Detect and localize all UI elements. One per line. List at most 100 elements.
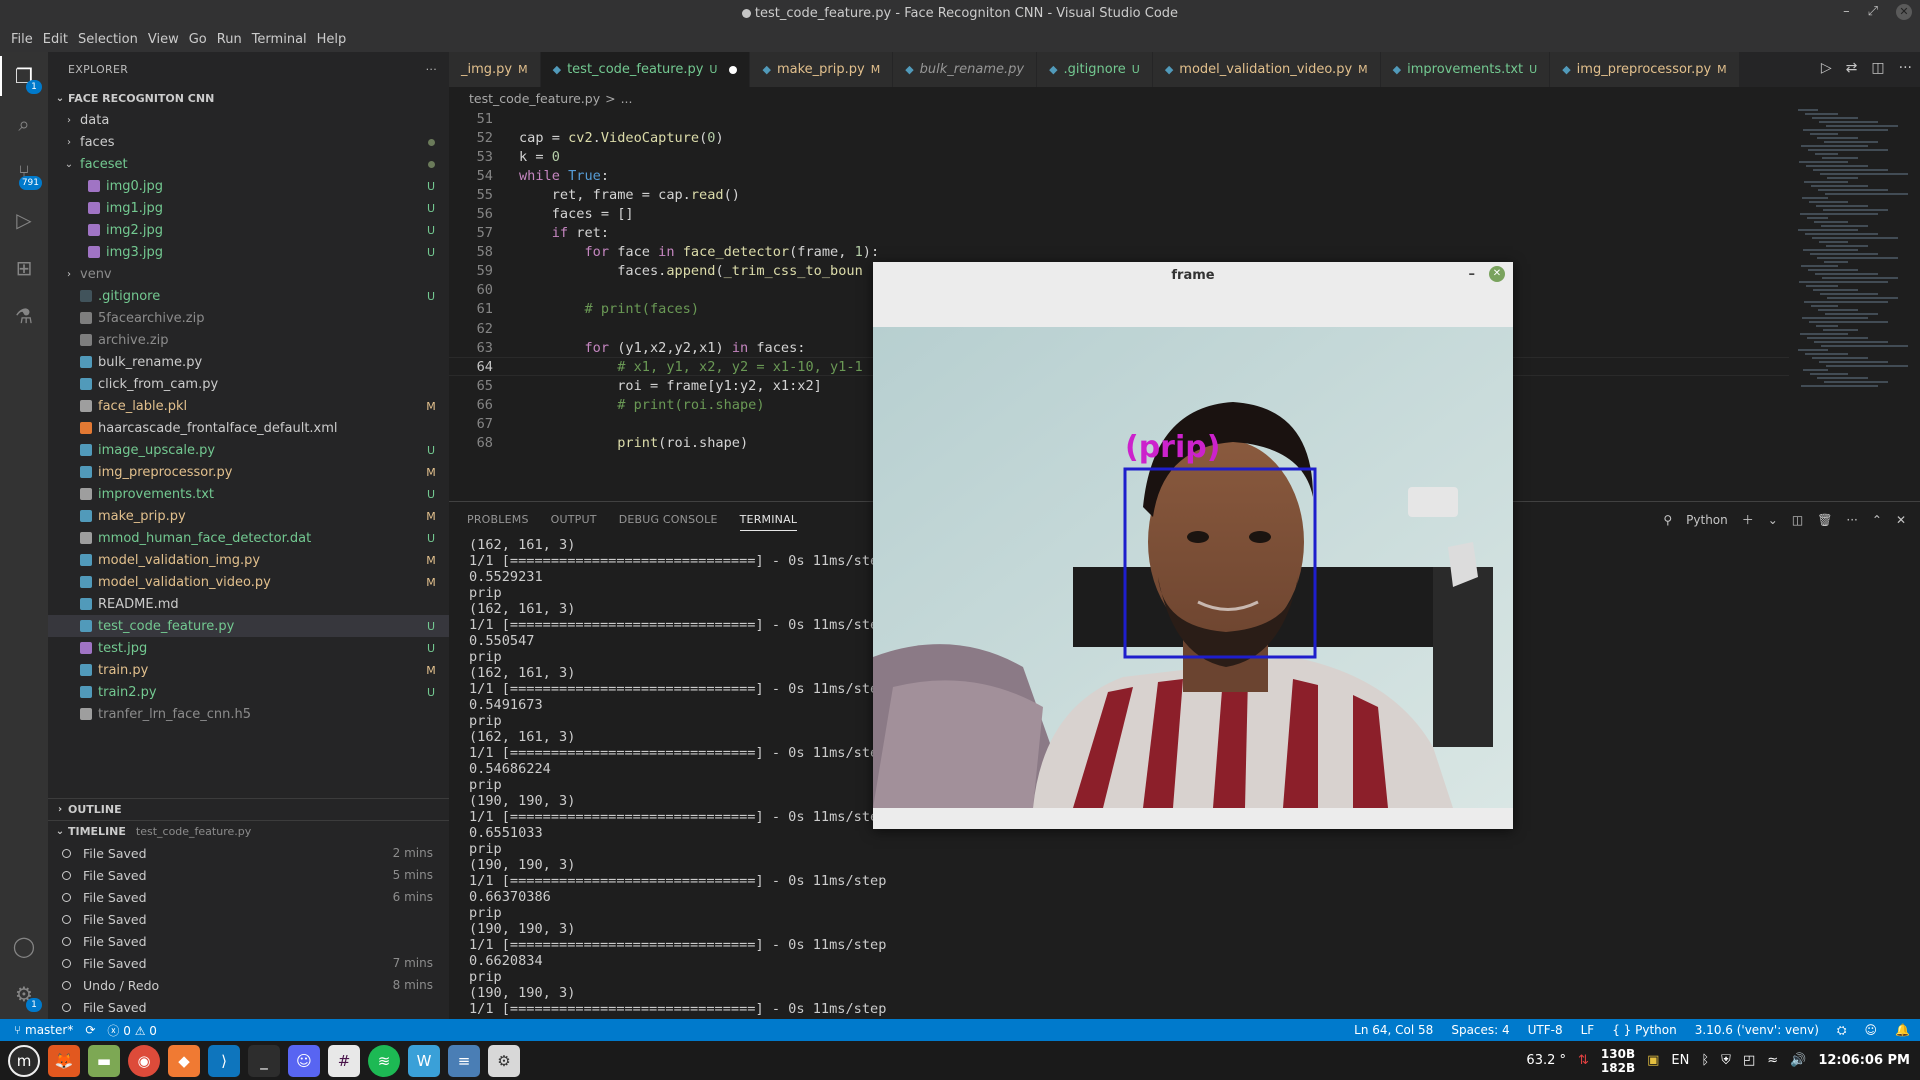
- python-terminal-icon[interactable]: ⚲: [1663, 513, 1672, 527]
- file-item[interactable]: .gitignore U: [48, 285, 449, 307]
- split-terminal-icon[interactable]: ◫: [1792, 513, 1803, 527]
- split-editor-icon[interactable]: ◫: [1871, 60, 1884, 76]
- keyboard-layout[interactable]: EN: [1671, 1053, 1689, 1068]
- frame-minimize-icon[interactable]: –: [1469, 267, 1476, 282]
- file-item[interactable]: 5facearchive.zip: [48, 307, 449, 329]
- shield-icon[interactable]: ⛨: [1721, 1053, 1731, 1068]
- file-item[interactable]: haarcascade_frontalface_default.xml: [48, 417, 449, 439]
- folder-item[interactable]: › data: [48, 109, 449, 131]
- slack-icon[interactable]: #: [328, 1044, 360, 1077]
- run-debug-icon[interactable]: ▷: [12, 208, 36, 232]
- breadcrumb-part[interactable]: >: [605, 91, 615, 106]
- timeline-item[interactable]: Undo / Redo 8 mins: [48, 974, 449, 996]
- timeline-item[interactable]: File Saved 5 mins: [48, 864, 449, 886]
- editor-tab[interactable]: ◆ model_validation_video.py M: [1152, 52, 1381, 87]
- menu-help[interactable]: Help: [312, 32, 352, 47]
- explorer-more-icon[interactable]: ···: [426, 63, 437, 76]
- update-icon[interactable]: ◰: [1743, 1053, 1755, 1068]
- chevron-down-icon[interactable]: ⌄: [1768, 513, 1778, 527]
- more-actions-icon[interactable]: ···: [1899, 60, 1912, 76]
- encoding[interactable]: UTF-8: [1528, 1023, 1563, 1037]
- discord-icon[interactable]: ☺: [288, 1044, 320, 1077]
- branch-indicator[interactable]: ⑂ master*: [14, 1023, 73, 1037]
- indentation[interactable]: Spaces: 4: [1451, 1023, 1509, 1037]
- chrome-icon[interactable]: ◉: [128, 1044, 160, 1077]
- folder-item[interactable]: › venv: [48, 263, 449, 285]
- file-item[interactable]: image_upscale.py U: [48, 439, 449, 461]
- project-header[interactable]: ⌄ FACE RECOGNITON CNN: [48, 87, 449, 109]
- minimap[interactable]: [1790, 109, 1920, 409]
- editor-tab[interactable]: ◆ make_prip.py M: [750, 52, 894, 87]
- settings-app-icon[interactable]: ⚙: [488, 1044, 520, 1077]
- breadcrumb-part[interactable]: ...: [621, 91, 633, 106]
- file-item[interactable]: README.md: [48, 593, 449, 615]
- wps-icon[interactable]: W: [408, 1044, 440, 1077]
- file-item[interactable]: test_code_feature.py U: [48, 615, 449, 637]
- file-item[interactable]: train2.py U: [48, 681, 449, 703]
- terminal-shell-label[interactable]: Python: [1686, 513, 1728, 527]
- minimize-icon[interactable]: –: [1843, 4, 1850, 20]
- bluetooth-icon[interactable]: ᛒ: [1701, 1053, 1709, 1068]
- source-control-icon[interactable]: ⑂ 791: [12, 160, 42, 190]
- menu-run[interactable]: Run: [212, 32, 247, 47]
- file-item[interactable]: train.py M: [48, 659, 449, 681]
- timeline-item[interactable]: File Saved: [48, 908, 449, 930]
- menu-edit[interactable]: Edit: [38, 32, 73, 47]
- clock[interactable]: 12:06:06 PM: [1818, 1053, 1910, 1068]
- folder-item[interactable]: › faces: [48, 131, 449, 153]
- file-item[interactable]: archive.zip: [48, 329, 449, 351]
- settings-gear-icon[interactable]: ⚙ 1: [12, 982, 42, 1012]
- panel-tab-terminal[interactable]: TERMINAL: [739, 513, 798, 531]
- timeline-item[interactable]: File Saved 6 mins: [48, 886, 449, 908]
- sync-icon[interactable]: ⟳: [85, 1023, 95, 1037]
- file-item[interactable]: img3.jpg U: [48, 241, 449, 263]
- timeline-item[interactable]: File Saved 7 mins: [48, 952, 449, 974]
- menu-view[interactable]: View: [143, 32, 184, 47]
- brave-icon[interactable]: ◆: [168, 1044, 200, 1077]
- file-item[interactable]: img2.jpg U: [48, 219, 449, 241]
- restore-icon[interactable]: ⤢: [1868, 4, 1878, 20]
- end-of-line[interactable]: LF: [1581, 1023, 1595, 1037]
- file-item[interactable]: test.jpg U: [48, 637, 449, 659]
- text-editor-icon[interactable]: ≡: [448, 1044, 480, 1077]
- file-item[interactable]: bulk_rename.py: [48, 351, 449, 373]
- outline-header[interactable]: › OUTLINE: [48, 798, 449, 820]
- editor-tab[interactable]: ◆ improvements.txt U: [1380, 52, 1551, 87]
- frame-window[interactable]: frame – ✕ (prip): [873, 262, 1513, 829]
- notifications-icon[interactable]: 🔔: [1895, 1023, 1910, 1037]
- file-item[interactable]: img_preprocessor.py M: [48, 461, 449, 483]
- file-item[interactable]: mmod_human_face_detector.dat U: [48, 527, 449, 549]
- run-icon[interactable]: ▷: [1821, 60, 1832, 76]
- editor-tab[interactable]: ◆ .gitignore U: [1037, 52, 1153, 87]
- editor-tab[interactable]: ◆ test_code_feature.py U: [540, 52, 751, 87]
- copilot-icon[interactable]: ⛭: [1837, 1023, 1847, 1038]
- file-item[interactable]: model_validation_img.py M: [48, 549, 449, 571]
- trash-icon[interactable]: 🗑: [1817, 513, 1832, 527]
- folder-item[interactable]: ⌄ faceset: [48, 153, 449, 175]
- wifi-icon[interactable]: ≈: [1767, 1053, 1778, 1068]
- vscode-icon[interactable]: ⟩: [208, 1044, 240, 1077]
- extensions-icon[interactable]: ⊞: [12, 256, 36, 280]
- cursor-position[interactable]: Ln 64, Col 58: [1354, 1023, 1433, 1037]
- interpreter[interactable]: 3.10.6 ('venv': venv): [1695, 1023, 1819, 1037]
- timeline-item[interactable]: File Saved: [48, 996, 449, 1018]
- breadcrumb-file[interactable]: test_code_feature.py: [469, 91, 600, 106]
- more-icon[interactable]: ···: [1846, 513, 1857, 527]
- close-window-icon[interactable]: ✕: [1896, 4, 1912, 20]
- problems-indicator[interactable]: ⓧ 0 ⚠ 0: [107, 1022, 157, 1039]
- mint-menu-icon[interactable]: m: [8, 1044, 40, 1077]
- timeline-item[interactable]: File Saved 2 mins: [48, 842, 449, 864]
- volume-icon[interactable]: 🔊: [1790, 1053, 1806, 1068]
- file-item[interactable]: img1.jpg U: [48, 197, 449, 219]
- firefox-icon[interactable]: 🦊: [48, 1044, 80, 1077]
- panel-tab-problems[interactable]: PROBLEMS: [467, 513, 529, 526]
- menu-terminal[interactable]: Terminal: [247, 32, 312, 47]
- testing-icon[interactable]: ⚗: [12, 304, 36, 328]
- terminal-icon[interactable]: _: [248, 1044, 280, 1077]
- compare-icon[interactable]: ⇄: [1846, 60, 1858, 76]
- panel-tab-output[interactable]: OUTPUT: [551, 513, 597, 526]
- new-terminal-icon[interactable]: ＋: [1742, 511, 1754, 528]
- editor-tab[interactable]: ◆ img_preprocessor.py M: [1550, 52, 1740, 87]
- account-icon[interactable]: ◯: [12, 934, 36, 958]
- frame-titlebar[interactable]: frame – ✕: [873, 262, 1513, 288]
